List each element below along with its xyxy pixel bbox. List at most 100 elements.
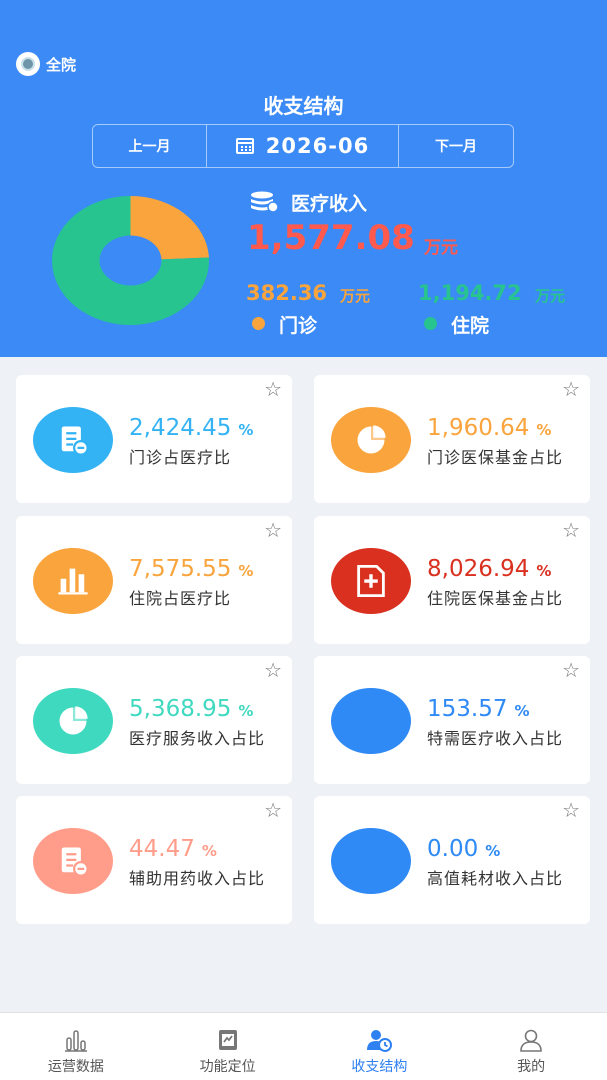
income-label: 医疗收入 [291,193,368,215]
stat-number: 44.47 [129,836,195,862]
stat-icon-circle [33,688,113,754]
stat-icon-circle [331,688,411,754]
stat-card[interactable]: ☆ 1,960.64% 门诊医保基金占比 [314,375,590,503]
person-icon [520,1029,542,1052]
stat-number: 0.00 [427,836,479,862]
medical-file-icon [357,564,385,598]
favorite-star-icon[interactable]: ☆ [264,660,282,680]
stat-icon-circle [331,548,411,614]
tab-label: 我的 [517,1059,546,1075]
inpatient-unit: 万元 [535,287,566,305]
stat-card[interactable]: ☆ 153.57% 特需医疗收入占比 [314,656,590,784]
stat-value: 44.47% [129,836,217,862]
favorite-star-icon[interactable]: ☆ [562,800,580,820]
stat-number: 5,368.95 [129,696,232,722]
current-month: 2026-06 [265,134,370,158]
stat-card[interactable]: ☆ 0.00% 高值耗材收入占比 [314,796,590,924]
stat-number: 153.57 [427,696,508,722]
stat-unit: % [536,421,552,439]
income-donut-chart [52,196,209,325]
income-value: 1,577.08 [247,218,415,258]
tab-label: 功能定位 [199,1059,256,1075]
stat-unit: % [238,421,254,439]
stat-card[interactable]: ☆ 8,026.94% 住院医保基金占比 [314,516,590,644]
calendar-icon [235,138,254,154]
stat-value: 0.00% [427,836,500,862]
stat-card[interactable]: ☆ 5,368.95% 医疗服务收入占比 [16,656,292,784]
stat-unit: % [536,562,552,580]
bar-chart-icon [58,568,88,595]
stat-icon-circle [33,828,113,894]
pie-chart-icon [59,706,88,735]
stat-unit: % [201,842,217,860]
stat-value: 5,368.95% [129,696,253,722]
inpatient-legend-dot [424,317,437,330]
stat-icon [353,843,389,879]
stat-unit: % [485,842,501,860]
stat-unit: % [514,702,530,720]
stat-number: 1,960.64 [427,415,530,441]
document-icon [61,426,89,456]
stat-label: 住院医保基金占比 [427,589,564,608]
prev-month-button[interactable]: 上一月 [93,125,207,167]
income-unit: 万元 [424,238,458,258]
donut-slice-outpatient[interactable] [130,196,209,260]
stat-value: 7,575.55% [129,556,253,582]
inpatient-legend-label: 住院 [451,315,490,337]
document-icon [61,847,89,877]
outpatient-value: 382.36 [246,281,328,305]
favorite-star-icon[interactable]: ☆ [562,379,580,399]
stat-icon-circle [33,407,113,473]
stat-label: 医疗服务收入占比 [129,729,266,748]
hospital-name: 全院 [46,55,77,74]
outpatient-legend-dot [252,317,265,330]
header: 全院 收支结构 上一月 2026-06 下一月 医疗收入 1,577.08 万元… [0,0,607,357]
pie-chart-icon [357,425,386,454]
bottom-tab-bar: 运营数据 功能定位 收支结构 我的 [0,1012,607,1080]
clipboard-icon [218,1030,237,1050]
stat-value: 8,026.94% [427,556,551,582]
user-clock-icon [367,1030,393,1052]
stat-label: 高值耗材收入占比 [427,869,564,888]
stat-unit: % [238,562,254,580]
tab-function[interactable]: 功能定位 [152,1013,304,1080]
bar-chart-icon [64,1030,87,1052]
tab-structure[interactable]: 收支结构 [304,1013,456,1080]
stat-number: 7,575.55 [129,556,232,582]
inpatient-value: 1,194.72 [418,281,522,305]
stat-icon-circle [33,548,113,614]
favorite-star-icon[interactable]: ☆ [264,520,282,540]
coins-icon [251,191,279,213]
tab-label: 收支结构 [351,1059,408,1075]
tab-operations[interactable]: 运营数据 [0,1013,152,1080]
page-title: 收支结构 [263,94,344,118]
stat-number: 8,026.94 [427,556,530,582]
favorite-star-icon[interactable]: ☆ [264,800,282,820]
stat-label: 特需医疗收入占比 [427,729,564,748]
next-month-button[interactable]: 下一月 [399,125,513,167]
month-picker[interactable]: 2026-06 [207,125,399,167]
favorite-star-icon[interactable]: ☆ [562,660,580,680]
stat-card[interactable]: ☆ 44.47% 辅助用药收入占比 [16,796,292,924]
tab-label: 运营数据 [47,1059,104,1075]
stat-value: 1,960.64% [427,415,551,441]
hospital-selector[interactable]: 全院 [16,52,76,76]
stat-icon-circle [331,828,411,894]
outpatient-legend-label: 门诊 [279,315,318,337]
month-switcher: 上一月 2026-06 下一月 [92,124,514,168]
stat-label: 住院占医疗比 [129,589,232,608]
stat-value: 2,424.45% [129,415,253,441]
stat-icon-circle [331,407,411,473]
tab-mine[interactable]: 我的 [455,1013,607,1080]
stat-number: 2,424.45 [129,415,232,441]
stat-card[interactable]: ☆ 2,424.45% 门诊占医疗比 [16,375,292,503]
stat-value: 153.57% [427,696,530,722]
stat-label: 门诊医保基金占比 [427,448,564,467]
favorite-star-icon[interactable]: ☆ [264,379,282,399]
stat-icon [353,703,389,739]
hospital-logo-icon [16,52,40,76]
stat-card[interactable]: ☆ 7,575.55% 住院占医疗比 [16,516,292,644]
outpatient-unit: 万元 [340,287,371,305]
favorite-star-icon[interactable]: ☆ [562,520,580,540]
stat-label: 辅助用药收入占比 [129,869,266,888]
